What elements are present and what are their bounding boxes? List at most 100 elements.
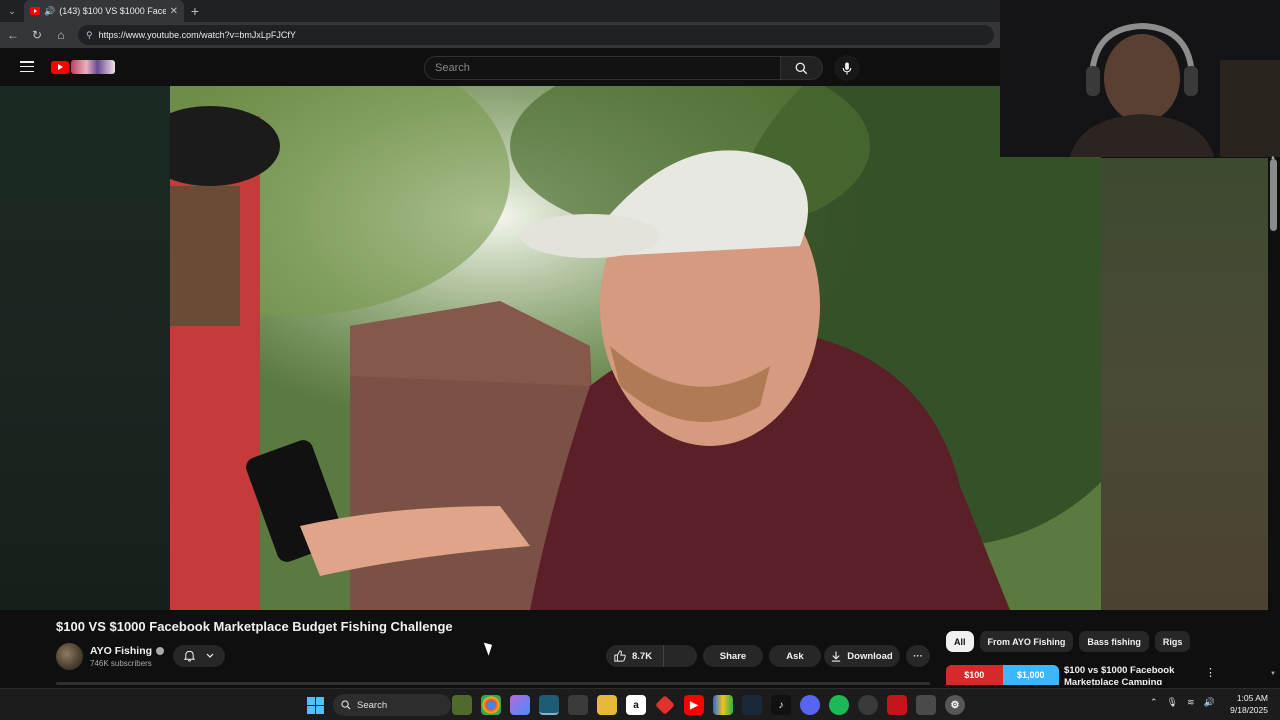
search-icon xyxy=(795,62,808,74)
search-button[interactable] xyxy=(781,56,823,80)
chip-all[interactable]: All xyxy=(946,631,974,652)
channel-name[interactable]: AYO Fishing xyxy=(90,645,152,657)
wifi-icon[interactable]: ≋ xyxy=(1187,697,1195,708)
search-input[interactable] xyxy=(424,56,781,80)
recommended-video-title[interactable]: $100 vs $1000 Facebook Marketplace Campi… xyxy=(1064,665,1194,685)
search-bar xyxy=(424,56,823,80)
store-icon[interactable] xyxy=(568,695,588,715)
youtube-favicon-icon xyxy=(30,7,40,15)
channel-avatar[interactable] xyxy=(56,642,83,670)
taskbar-clock[interactable]: 1:05 AM 9/18/2025 xyxy=(1226,692,1268,716)
like-dislike-group: 8.7K xyxy=(606,645,697,667)
related-filter-chips: All From AYO Fishing Bass fishing Rigs xyxy=(946,631,1191,653)
chip-from-channel[interactable]: From AYO Fishing xyxy=(979,631,1074,652)
settings-gear-icon[interactable]: ⚙ xyxy=(945,695,965,715)
amazon-icon[interactable]: a xyxy=(626,695,646,715)
screen: ⌄ 🔊 (143) $100 VS $1000 Facebo ✕ + ← ↻ ⌂… xyxy=(0,0,1280,720)
browser-toolbar: ← ↻ ⌂ ⚲ https://www.youtube.com/watch?v=… xyxy=(0,22,1000,48)
thumbs-up-icon xyxy=(614,650,626,662)
clock-time: 1:05 AM xyxy=(1236,693,1268,703)
spotify-icon[interactable] xyxy=(829,695,849,715)
subscription-bell-button[interactable] xyxy=(173,645,225,667)
taskbar-search[interactable]: Search xyxy=(333,694,451,716)
webcam-overlay xyxy=(1000,0,1280,157)
chevron-down-icon xyxy=(206,653,214,658)
windows-taskbar: Search a ▶ ♪ ⚙ ⌃ 🎙 ≋ 🔊 1:05 AM 9/18/2025 xyxy=(0,688,1280,720)
video-player[interactable] xyxy=(0,86,1280,610)
address-bar[interactable]: ⚲ https://www.youtube.com/watch?v=bmJxLp… xyxy=(78,25,994,45)
video-frame[interactable] xyxy=(170,86,1101,610)
ambient-glow-left xyxy=(0,86,170,610)
copilot-icon[interactable] xyxy=(510,695,530,715)
app-colorful-icon[interactable] xyxy=(713,695,733,715)
channel-info: AYO Fishing 746K subscribers xyxy=(90,645,165,668)
recommended-video-thumbnail[interactable]: $100 $1,000 xyxy=(946,665,1059,685)
volume-icon[interactable]: 🔊 xyxy=(1204,697,1215,708)
steam-icon[interactable] xyxy=(742,695,762,715)
taskbar-apps: a ▶ ♪ ⚙ xyxy=(452,695,965,715)
url-text: https://www.youtube.com/watch?v=bmJxLpFJ… xyxy=(98,30,296,40)
thumbnail-price-low: $100 xyxy=(946,665,1003,685)
like-count: 8.7K xyxy=(632,650,653,662)
taskbar-search-icon xyxy=(341,700,351,710)
taskbar-search-label: Search xyxy=(357,699,388,711)
widgets-icon[interactable] xyxy=(452,695,472,715)
menu-hamburger-icon[interactable] xyxy=(20,61,34,72)
thumbnail-price-high: $1,000 xyxy=(1002,665,1059,685)
share-label: Share xyxy=(719,650,747,662)
video-title: $100 VS $1000 Facebook Marketplace Budge… xyxy=(56,619,453,634)
chip-bass-fishing[interactable]: Bass fishing xyxy=(1079,631,1149,652)
scrollbar-thumb[interactable] xyxy=(1270,159,1277,231)
windows-start-icon[interactable] xyxy=(307,697,324,714)
amd-icon[interactable] xyxy=(887,695,907,715)
ask-button[interactable]: Ask xyxy=(769,645,821,667)
download-label: Download xyxy=(847,650,893,662)
tray-mic-icon[interactable]: 🎙 xyxy=(1167,697,1178,708)
like-button[interactable]: 8.7K xyxy=(606,645,664,667)
app-window-icon[interactable] xyxy=(916,695,936,715)
kebab-menu-icon[interactable]: ⋮ xyxy=(1205,666,1216,679)
edge-icon[interactable] xyxy=(539,695,559,715)
file-explorer-icon[interactable] xyxy=(597,695,617,715)
voice-search-button[interactable] xyxy=(834,55,860,81)
back-arrow-icon[interactable]: ← xyxy=(6,28,20,42)
tray-chevron-up-icon[interactable]: ⌃ xyxy=(1150,697,1158,708)
app-diamond-icon[interactable] xyxy=(655,695,675,715)
new-tab-plus-icon[interactable]: + xyxy=(184,3,206,19)
ask-label: Ask xyxy=(786,650,804,662)
channel-row: AYO Fishing 746K subscribers xyxy=(56,642,165,670)
openai-icon[interactable] xyxy=(858,695,878,715)
webcam-feed-image xyxy=(1000,0,1280,157)
tab-list-chevron-icon[interactable]: ⌄ xyxy=(0,0,24,22)
speaker-icon[interactable]: 🔊 xyxy=(44,6,55,17)
site-info-icon[interactable]: ⚲ xyxy=(86,30,93,41)
tab-title: (143) $100 VS $1000 Facebo xyxy=(59,6,166,16)
browser-tab-bar: ⌄ 🔊 (143) $100 VS $1000 Facebo ✕ + xyxy=(0,0,1000,22)
reload-icon[interactable]: ↻ xyxy=(30,28,44,42)
chrome-icon[interactable] xyxy=(481,695,501,715)
browser-tab-active[interactable]: 🔊 (143) $100 VS $1000 Facebo ✕ xyxy=(24,0,184,22)
close-tab-icon[interactable]: ✕ xyxy=(170,6,178,17)
ambient-glow-right xyxy=(1101,158,1271,610)
verified-check-icon xyxy=(156,646,165,655)
system-tray: ⌃ 🎙 ≋ 🔊 xyxy=(1150,697,1215,708)
download-icon xyxy=(832,650,841,662)
tiktok-icon[interactable]: ♪ xyxy=(771,695,791,715)
more-actions-button[interactable]: ··· xyxy=(906,645,930,667)
clock-date: 9/18/2025 xyxy=(1230,705,1268,715)
video-frame-image xyxy=(170,86,1101,610)
microphone-icon xyxy=(842,61,852,75)
share-button[interactable]: Share xyxy=(703,645,763,667)
chip-rigs[interactable]: Rigs xyxy=(1154,631,1191,652)
home-icon[interactable]: ⌂ xyxy=(54,28,68,42)
download-button[interactable]: Download xyxy=(824,645,900,667)
scroll-down-arrow-icon[interactable]: ▼ xyxy=(1270,671,1276,677)
description-box-edge xyxy=(56,682,930,685)
bell-icon xyxy=(184,650,196,662)
youtube-logo[interactable] xyxy=(51,59,115,75)
page-scrollbar[interactable]: ▲ ▼ xyxy=(1268,155,1280,685)
mouse-cursor-icon xyxy=(483,640,496,656)
discord-icon[interactable] xyxy=(800,695,820,715)
youtube-app-icon[interactable]: ▶ xyxy=(684,695,704,715)
channel-name-row: AYO Fishing xyxy=(90,645,165,657)
